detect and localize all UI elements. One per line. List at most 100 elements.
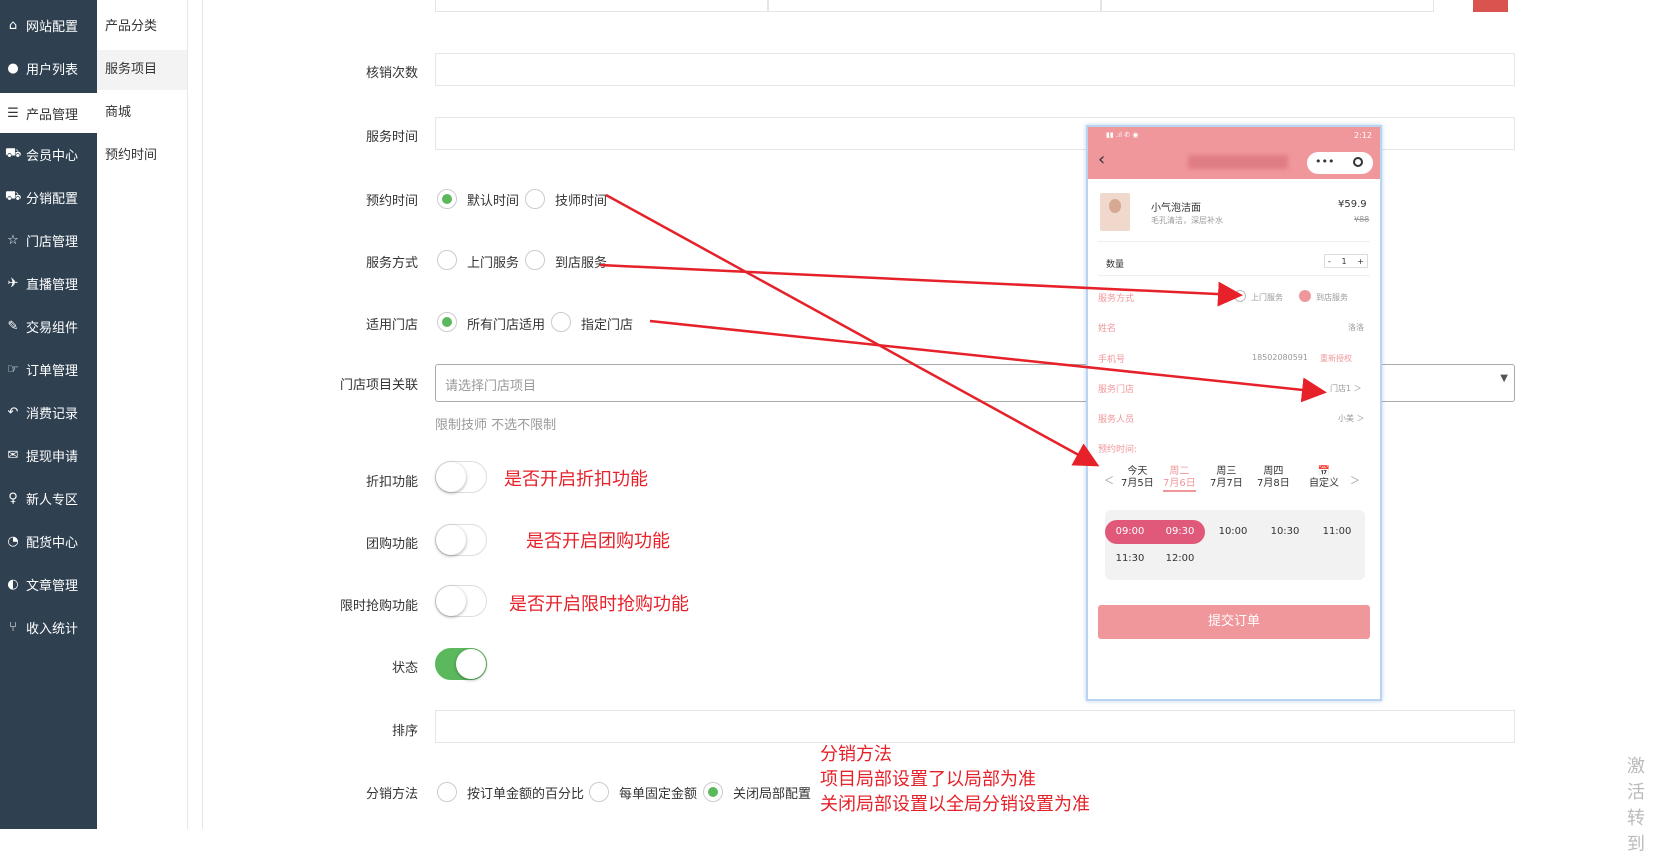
sidebar-item-delivery[interactable]: ◔ 配货中心 [0, 523, 97, 559]
sidebar-item-products[interactable]: ☰ 产品管理 [0, 93, 97, 133]
top-input-2[interactable] [768, 0, 1101, 12]
day-tab-today[interactable]: 今天 7月5日 [1121, 466, 1154, 490]
sidebar-item-stores[interactable]: ☆ 门店管理 [0, 222, 97, 258]
discount-toggle[interactable] [435, 461, 487, 493]
sidebar-item-label: 网站配置 [26, 19, 79, 35]
divider [1098, 241, 1370, 242]
chevron-down-icon: ▼ [1500, 373, 1508, 384]
flash-sale-toggle[interactable] [435, 585, 487, 617]
qty-stepper[interactable]: - 1 + [1324, 254, 1368, 268]
group-buy-toggle[interactable] [435, 524, 487, 556]
sidebar-item-consumption[interactable]: ↶ 消费记录 [0, 394, 97, 430]
day-name: 周二 [1169, 466, 1190, 477]
subnav-item-booking-time[interactable]: 预约时间 [97, 136, 187, 176]
radio-home-service[interactable] [437, 250, 457, 270]
radio-fixed-amount[interactable] [589, 782, 609, 802]
product-price: ¥59.9 [1338, 199, 1367, 210]
radio-default-time[interactable] [437, 189, 457, 209]
adjust-icon: ◐ [7, 576, 19, 592]
subnav-item-category[interactable]: 产品分类 [97, 7, 187, 47]
top-input-1[interactable] [435, 0, 768, 12]
sidebar-item-trade[interactable]: ✎ 交易组件 [0, 308, 97, 344]
sort-label: 排序 [391, 724, 418, 739]
service-mode-label: 服务方式 [1098, 294, 1135, 304]
store-item-placeholder: 请选择门店项目 [445, 379, 537, 394]
radio-all-stores[interactable] [437, 312, 457, 332]
cart-icon: ⛟ [5, 188, 22, 204]
radio-percent[interactable] [437, 782, 457, 802]
stores-label: 适用门店 [365, 318, 418, 333]
sidebar-item-users[interactable]: ● 用户列表 [0, 50, 97, 86]
sidebar-item-newcomer[interactable]: ♀ 新人专区 [0, 480, 97, 516]
day-tab-thu[interactable]: 周四 7月8日 [1257, 466, 1290, 490]
radio-technician-time-label: 技师时间 [555, 194, 608, 209]
radio-home-service-label: 上门服务 [467, 256, 520, 271]
day-name: 周四 [1263, 466, 1284, 477]
discount-note: 是否开启折扣功能 [504, 469, 648, 490]
time-slot[interactable]: 10:30 [1260, 520, 1310, 544]
time-slot[interactable]: 10:00 [1208, 520, 1258, 544]
sidebar-item-articles[interactable]: ◐ 文章管理 [0, 566, 97, 602]
radio-specific-store[interactable] [551, 312, 571, 332]
eraser-icon: ✎ [7, 318, 19, 334]
sidebar-item-distribution[interactable]: ⛟ 分销配置 [0, 179, 97, 215]
mini-program-capsule[interactable]: ••• [1307, 152, 1373, 174]
time-slot-panel: 09:00 09:30 10:00 10:30 11:00 11:30 12:0… [1105, 510, 1365, 580]
subnav-item-mall[interactable]: 商城 [97, 93, 187, 133]
reauth-link[interactable]: 重新授权 [1320, 353, 1352, 364]
day-name: 周三 [1216, 466, 1237, 477]
qty-minus-button[interactable]: - [1328, 257, 1331, 266]
product-desc: 毛孔清洁，深层补水 [1151, 216, 1223, 225]
toggle-knob [456, 649, 486, 679]
flash-sale-note: 是否开启限时抢购功能 [509, 594, 689, 615]
subnav-item-service[interactable]: 服务项目 [97, 50, 187, 90]
submit-order-button[interactable]: 提交订单 [1098, 605, 1370, 639]
time-slot[interactable]: 11:30 [1105, 547, 1155, 571]
sidebar-item-label: 消费记录 [26, 406, 79, 422]
day-tab-tue[interactable]: 周二 7月6日 [1163, 466, 1196, 492]
prev-day-icon[interactable]: ＜ [1104, 472, 1114, 487]
sidebar-item-orders[interactable]: ☞ 订单管理 [0, 351, 97, 387]
reply-icon: ↶ [7, 404, 19, 420]
store-service-radio[interactable] [1299, 290, 1311, 302]
more-icon[interactable]: ••• [1315, 155, 1334, 168]
verify-count-input[interactable] [435, 53, 1515, 86]
day-tab-wed[interactable]: 周三 7月7日 [1210, 466, 1243, 490]
sidebar-item-live[interactable]: ✈ 直播管理 [0, 265, 97, 301]
time-slot[interactable]: 09:00 [1105, 520, 1155, 544]
home-service-radio[interactable] [1234, 290, 1246, 302]
next-day-icon[interactable]: ＞ [1350, 472, 1360, 487]
close-target-icon[interactable] [1353, 157, 1363, 167]
back-icon[interactable]: ‹ [1098, 149, 1105, 170]
sidebar-item-site-config[interactable]: ⌂ 网站配置 [0, 7, 97, 43]
phone-value: 18502080591 [1252, 353, 1308, 362]
time-slot[interactable]: 12:00 [1155, 547, 1205, 571]
sidebar-item-label: 交易组件 [26, 320, 79, 336]
radio-store-service[interactable] [525, 250, 545, 270]
store-item-label: 门店项目关联 [339, 378, 418, 393]
day-date: 7月7日 [1210, 478, 1243, 489]
cart-icon: ⛟ [5, 145, 22, 161]
time-slot[interactable]: 11:00 [1312, 520, 1362, 544]
star-icon: ☆ [7, 232, 19, 248]
qty-plus-button[interactable]: + [1357, 257, 1364, 266]
sidebar-item-member[interactable]: ⛟ 会员中心 [0, 136, 97, 172]
main-form: 核销次数 服务时间 预约时间 默认时间 技师时间 服务方式 上门服务 到店服务 … [188, 0, 1659, 829]
sidebar-item-label: 产品管理 [26, 107, 79, 123]
staff-value[interactable]: 小美 ＞ [1338, 413, 1365, 424]
delete-button[interactable] [1473, 0, 1508, 12]
top-input-3[interactable] [1101, 0, 1434, 12]
time-slot[interactable]: 09:30 [1155, 520, 1205, 544]
status-toggle[interactable] [435, 648, 487, 680]
sidebar-item-label: 门店管理 [26, 234, 79, 250]
day-date: 7月5日 [1121, 478, 1154, 489]
sort-input[interactable] [435, 710, 1515, 743]
sidebar-item-income[interactable]: ⑂ 收入统计 [0, 609, 97, 645]
store-label: 服务门店 [1098, 385, 1135, 395]
day-tab-custom[interactable]: 📅 自定义 [1309, 466, 1339, 490]
store-value[interactable]: 门店1 ＞ [1330, 383, 1362, 394]
sidebar-item-withdraw[interactable]: ✉ 提现申请 [0, 437, 97, 473]
sidebar-item-label: 订单管理 [26, 363, 79, 379]
radio-close-local[interactable] [703, 782, 723, 802]
radio-technician-time[interactable] [525, 189, 545, 209]
